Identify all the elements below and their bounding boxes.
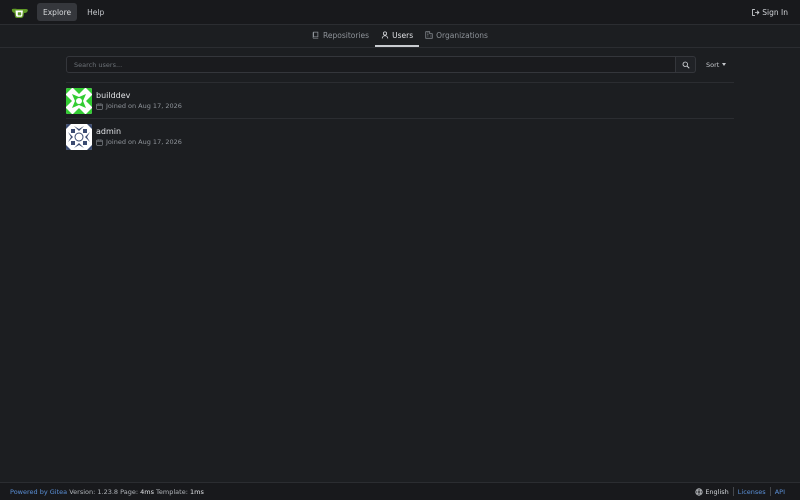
tab-organizations[interactable]: Organizations [419,25,494,47]
tab-label: Repositories [323,30,370,40]
footer-divider [769,487,771,496]
sign-in-link[interactable]: Sign In [751,0,788,25]
person-icon [381,31,389,39]
sign-in-icon [752,9,760,16]
footer-links: English Licenses API [695,487,785,496]
user-list: builddev Joined on Aug 17, 2026 admin Jo… [66,82,734,154]
tab-users[interactable]: Users [375,25,420,47]
sort-label: Sort [706,60,720,69]
search-icon [682,61,690,69]
footer-info: Powered by Gitea Version: 1.23.8 Page: 4… [10,488,204,496]
user-meta: builddev Joined on Aug 17, 2026 [96,91,182,110]
template-label: Template: [156,487,188,496]
page-time: 4ms [140,487,154,496]
joined-text: Joined on Aug 17, 2026 [106,138,182,146]
joined-date: Joined on Aug 17, 2026 [96,138,182,146]
api-link[interactable]: API [775,488,785,496]
joined-text: Joined on Aug 17, 2026 [106,102,182,110]
globe-icon [695,487,703,496]
tab-repositories[interactable]: Repositories [306,25,375,47]
avatar[interactable] [66,123,92,150]
sign-in-label: Sign In [762,8,788,17]
gitea-logo-icon[interactable] [11,5,29,19]
user-name-link[interactable]: admin [96,127,182,136]
language-label: English [705,487,729,496]
footer-divider [732,487,734,496]
tab-label: Users [392,30,414,40]
chevron-down-icon [722,63,727,66]
list-item: admin Joined on Aug 17, 2026 [66,118,734,154]
tab-label: Organizations [436,30,488,40]
user-meta: admin Joined on Aug 17, 2026 [96,127,182,146]
calendar-icon [96,138,103,146]
version-text: Version: 1.23.8 Page: [69,487,139,496]
search-button[interactable] [676,56,696,73]
list-item: builddev Joined on Aug 17, 2026 [66,82,734,118]
avatar[interactable] [66,87,92,114]
top-navbar: Explore Help Sign In [0,0,800,25]
sort-dropdown[interactable]: Sort [706,56,727,73]
powered-by-link[interactable]: Powered by Gitea [10,488,67,496]
joined-date: Joined on Aug 17, 2026 [96,102,182,110]
user-search-bar: Sort [66,56,734,73]
template-time: 1ms [189,487,204,496]
calendar-icon [96,102,103,110]
organization-icon [425,31,433,39]
language-selector[interactable]: English [695,487,729,496]
licenses-link[interactable]: Licenses [738,488,766,496]
user-name-link[interactable]: builddev [96,91,182,100]
nav-explore[interactable]: Explore [37,3,78,21]
nav-help[interactable]: Help [81,3,110,21]
page-footer: Powered by Gitea Version: 1.23.8 Page: 4… [0,482,800,500]
repo-icon [312,31,319,39]
explore-tabs: Repositories Users Organizations [0,25,800,48]
search-input[interactable] [66,56,676,73]
